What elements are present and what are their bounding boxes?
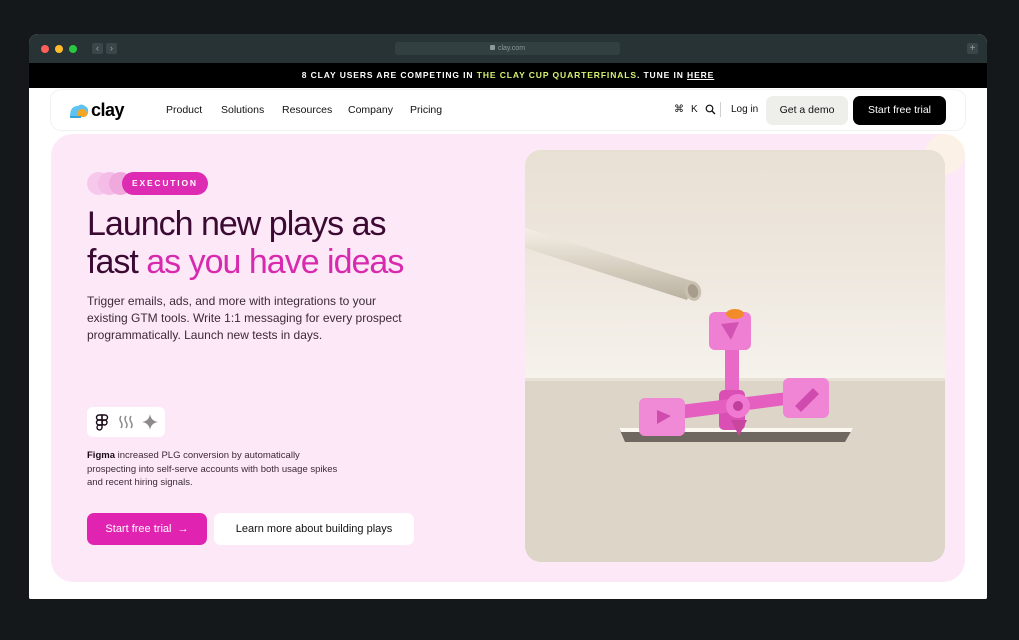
banner-text: 8 CLAY USERS ARE COMPETING IN bbox=[301, 70, 477, 80]
hero-illustration bbox=[525, 150, 945, 562]
tag-label: EXECUTION bbox=[122, 172, 208, 195]
nav-divider bbox=[720, 102, 721, 117]
start-free-trial-button[interactable]: Start free trial → bbox=[87, 513, 207, 545]
wave-icon bbox=[119, 415, 133, 429]
headline-line2: fast bbox=[87, 243, 147, 281]
seesaw-illustration bbox=[525, 150, 945, 562]
integration-logos bbox=[87, 407, 165, 437]
arrow-right-icon: → bbox=[177, 523, 189, 535]
start-trial-button[interactable]: Start free trial bbox=[853, 96, 946, 125]
headline-accent: as you have ideas bbox=[146, 243, 404, 281]
announcement-banner: 8 CLAY USERS ARE COMPETING IN THE CLAY C… bbox=[29, 63, 987, 88]
maximize-window-button[interactable] bbox=[69, 45, 77, 53]
nav-resources[interactable]: Resources bbox=[282, 104, 332, 116]
learn-more-button[interactable]: Learn more about building plays bbox=[214, 513, 414, 545]
hero-headline: Launch new plays as fast as you have ide… bbox=[87, 205, 507, 281]
banner-link[interactable]: HERE bbox=[687, 70, 714, 80]
forward-button[interactable]: › bbox=[106, 43, 117, 54]
figma-icon bbox=[95, 414, 109, 431]
nav-pricing[interactable]: Pricing bbox=[410, 104, 442, 116]
browser-chrome: ‹ › clay.com + bbox=[29, 34, 987, 63]
get-demo-button[interactable]: Get a demo bbox=[766, 96, 848, 125]
address-bar[interactable]: clay.com bbox=[395, 42, 620, 55]
search-icon[interactable] bbox=[705, 104, 716, 115]
minimize-window-button[interactable] bbox=[55, 45, 63, 53]
url-text: clay.com bbox=[497, 45, 526, 52]
banner-highlight: THE CLAY CUP QUARTERFINALS bbox=[476, 70, 637, 80]
k-key[interactable]: K bbox=[691, 104, 698, 115]
proof-text: increased PLG conversion by automaticall… bbox=[87, 450, 338, 488]
nav-product[interactable]: Product bbox=[166, 104, 202, 116]
hero-section: EXECUTION Launch new plays as fast as yo… bbox=[51, 134, 965, 582]
back-button[interactable]: ‹ bbox=[92, 43, 103, 54]
logo-text: clay bbox=[91, 100, 125, 120]
top-navbar: clay Product Solutions Resources Company… bbox=[51, 90, 965, 130]
headline-line1: Launch new plays as bbox=[87, 205, 387, 243]
social-proof: Figma increased PLG conversion by automa… bbox=[87, 449, 347, 490]
lock-icon bbox=[489, 45, 495, 50]
page: clay Product Solutions Resources Company… bbox=[29, 88, 987, 599]
sparkle-icon bbox=[142, 414, 158, 430]
nav-solutions[interactable]: Solutions bbox=[221, 104, 264, 116]
login-link[interactable]: Log in bbox=[731, 104, 758, 115]
hero-description: Trigger emails, ads, and more with integ… bbox=[87, 294, 402, 342]
proof-brand: Figma bbox=[87, 450, 115, 461]
clay-logo[interactable]: clay bbox=[69, 100, 129, 122]
close-window-button[interactable] bbox=[41, 45, 49, 53]
nav-company[interactable]: Company bbox=[348, 104, 393, 116]
banner-text-after: . TUNE IN bbox=[636, 70, 688, 80]
new-tab-button[interactable]: + bbox=[967, 43, 978, 54]
command-key[interactable]: ⌘ bbox=[674, 104, 684, 115]
clay-logo-icon bbox=[70, 104, 89, 118]
browser-window: ‹ › clay.com + 8 CLAY USERS ARE COMPETIN… bbox=[29, 34, 987, 599]
cta-primary-label: Start free trial bbox=[105, 523, 172, 535]
